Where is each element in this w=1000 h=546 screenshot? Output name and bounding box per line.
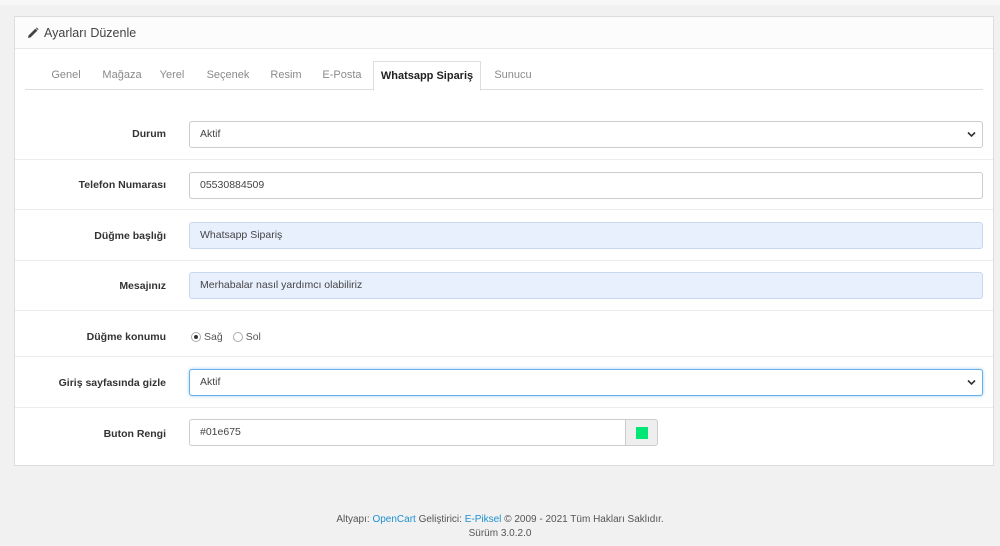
dugme-konumu-radio-group: Sağ Sol [191,331,271,343]
tab-bar: Genel Mağaza Yerel Seçenek Resim E-Posta… [25,61,983,91]
mesaj-label: Mesajınız [119,280,166,292]
panel-heading: Ayarları Düzenle [15,17,993,49]
chevron-down-icon [967,131,976,138]
giris-gizle-selected-value: Aktif [200,376,221,388]
footer-prefix: Altyapı: [336,514,370,525]
tab-resim[interactable]: Resim [263,61,309,90]
buton-rengi-label: Buton Rengi [103,428,166,440]
chevron-down-icon [967,379,976,386]
tab-sunucu[interactable]: Sunucu [487,61,539,90]
giris-gizle-label: Giriş sayfasında gizle [58,377,166,389]
radio-sag[interactable] [191,332,201,342]
buton-rengi-input[interactable]: #01e675 [189,419,625,446]
durum-select[interactable]: Aktif [189,121,983,148]
dugme-konumu-label: Düğme konumu [86,331,166,343]
durum-selected-value: Aktif [200,128,221,140]
dugme-basligi-input[interactable]: Whatsapp Sipariş [189,222,983,249]
footer-dev-label: Geliştirici: [418,514,462,525]
footer-copyright: © 2009 - 2021 Tüm Hakları Saklıdır. [504,514,664,525]
form-row-dugme-basligi: Düğme başlığı Whatsapp Sipariş [15,209,993,261]
tab-eposta[interactable]: E-Posta [315,61,369,90]
developer-link[interactable]: E-Piksel [465,514,502,525]
form-row-giris-gizle: Giriş sayfasında gizle Aktif [15,356,993,408]
radio-sol-label: Sol [245,331,261,343]
tab-yerel[interactable]: Yerel [151,61,193,90]
giris-gizle-select[interactable]: Aktif [189,369,983,396]
radio-sol[interactable] [232,332,243,342]
footer-version: Sürüm 3.0.2.0 [468,528,532,539]
telefon-label: Telefon Numarası [78,179,166,191]
telefon-input[interactable]: 05530884509 [189,172,983,199]
mesaj-input[interactable]: Merhabalar nasıl yardımcı olabiliriz [189,272,983,299]
pencil-icon [28,26,39,38]
tab-magaza[interactable]: Mağaza [95,61,149,90]
top-strip [0,0,1000,5]
settings-panel: Ayarları Düzenle Genel Mağaza Yerel Seçe… [14,16,994,466]
durum-label: Durum [132,128,166,140]
color-swatch [635,426,648,439]
radio-sag-label: Sağ [204,331,223,343]
dugme-basligi-label: Düğme başlığı [94,230,166,242]
footer-credits: Altyapı: OpenCart Geliştirici: E-Piksel … [0,513,1000,527]
form-row-mesaj: Mesajınız Merhabalar nasıl yardımcı olab… [15,260,993,311]
form-row-durum: Durum Aktif [15,109,993,159]
panel-title: Ayarları Düzenle [44,25,137,40]
footer: Altyapı: OpenCart Geliştirici: E-Piksel … [0,513,1000,541]
tab-genel[interactable]: Genel [39,61,93,90]
tab-whatsapp-siparis[interactable]: Whatsapp Sipariş [373,61,481,91]
color-picker-button[interactable] [625,419,658,446]
form-row-buton-rengi: Buton Rengi #01e675 [15,407,993,466]
form-row-dugme-konumu: Düğme konumu Sağ Sol [15,310,993,357]
form-row-telefon: Telefon Numarası 05530884509 [15,159,993,210]
opencart-link[interactable]: OpenCart [372,514,415,525]
tab-secenek[interactable]: Seçenek [199,61,257,90]
